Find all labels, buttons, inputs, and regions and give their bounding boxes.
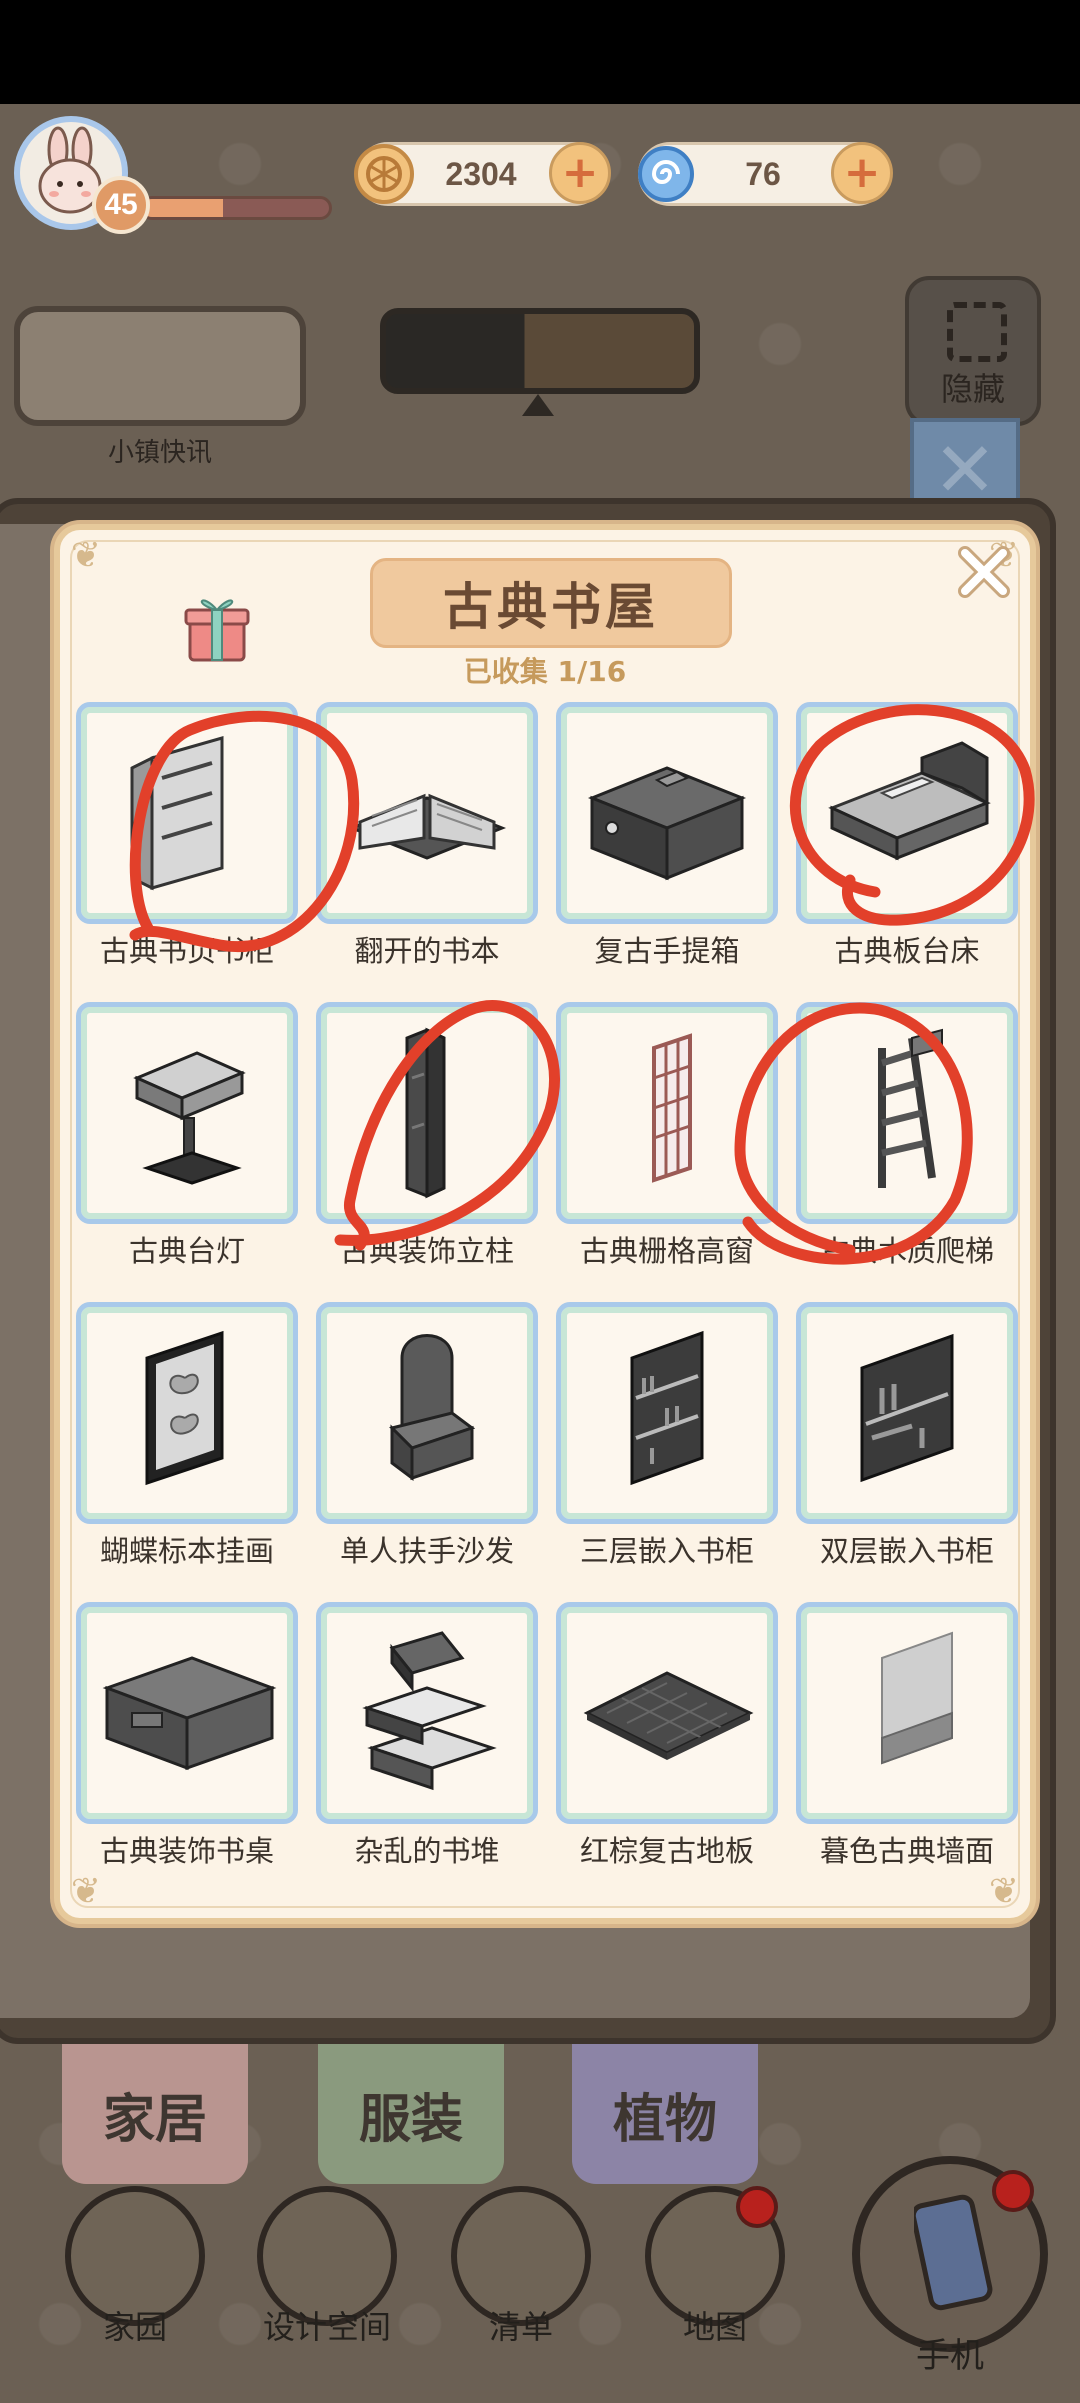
item-name: 杂乱的书堆 bbox=[354, 1834, 500, 1868]
nav-phone[interactable] bbox=[852, 2156, 1048, 2352]
tab-plants-label: 植物 bbox=[612, 2089, 717, 2150]
item-cell[interactable]: 杂乱的书堆 bbox=[316, 1602, 538, 1868]
item-name: 古典装饰立柱 bbox=[339, 1234, 514, 1268]
swirl-gem-icon bbox=[631, 139, 701, 209]
item-cell[interactable]: 古典栅格高窗 bbox=[556, 1002, 778, 1268]
item-cell[interactable]: 古典装饰书桌 bbox=[76, 1602, 298, 1868]
hide-ui-button[interactable]: 隐藏 bbox=[905, 276, 1041, 426]
suitcase-icon bbox=[587, 766, 747, 881]
bookshelf-screen-icon bbox=[130, 736, 224, 891]
ladder-icon bbox=[878, 1028, 943, 1188]
bed-icon bbox=[828, 741, 991, 861]
wall-panel-icon bbox=[881, 1631, 953, 1765]
item-name: 蝴蝶标本挂画 bbox=[99, 1534, 274, 1568]
banner-pointer-icon bbox=[522, 394, 554, 416]
town-news-card[interactable] bbox=[14, 306, 306, 426]
item-name: 古典书页书柜 bbox=[99, 934, 274, 968]
item-name: 古典栅格高窗 bbox=[579, 1234, 754, 1268]
tall-window-icon bbox=[652, 1033, 692, 1183]
status-bar bbox=[0, 0, 1080, 104]
close-icon bbox=[958, 546, 1010, 598]
butterfly-frame-icon bbox=[145, 1330, 224, 1486]
desk-icon bbox=[102, 1656, 277, 1771]
nav-phone-label: 手机 bbox=[916, 2336, 984, 2376]
nav-checklist[interactable]: 清单 bbox=[446, 2186, 596, 2386]
close-button[interactable] bbox=[950, 538, 1018, 606]
coin-counter: 2304 + bbox=[354, 142, 611, 206]
item-name: 单人扶手沙发 bbox=[339, 1534, 514, 1568]
tab-home-label: 家居 bbox=[102, 2089, 207, 2150]
coin-amount: 2304 bbox=[445, 156, 517, 192]
item-cell[interactable]: 古典木质爬梯 bbox=[796, 1002, 1018, 1268]
item-cell[interactable]: 古典装饰立柱 bbox=[316, 1002, 538, 1268]
corner-ornament-icon: ❦ bbox=[988, 1871, 1020, 1912]
collection-panel: ❦ ❦ ❦ ❦ 古典书屋 已收集 1/16 古典书页书柜 bbox=[54, 524, 1036, 1924]
nav-checklist-label: 清单 bbox=[488, 2308, 553, 2346]
item-name: 古典台灯 bbox=[128, 1234, 245, 1268]
nav-home[interactable]: 家园 bbox=[60, 2186, 210, 2386]
nav-design-label: 设计空间 bbox=[262, 2308, 391, 2346]
item-cell[interactable]: 暮色古典墙面 bbox=[796, 1602, 1018, 1868]
tab-plants[interactable]: 植物 bbox=[572, 2044, 758, 2184]
collection-title: 古典书屋 bbox=[370, 558, 732, 648]
item-cell[interactable]: 古典台灯 bbox=[76, 1002, 298, 1268]
item-cell[interactable]: 三层嵌入书柜 bbox=[556, 1302, 778, 1568]
tab-home[interactable]: 家居 bbox=[62, 2044, 248, 2184]
town-news-label: 小镇快讯 bbox=[107, 438, 212, 468]
item-cell[interactable]: 翻开的书本 bbox=[316, 702, 538, 968]
item-cell[interactable]: 红棕复古地板 bbox=[556, 1602, 778, 1868]
item-name: 古典木质爬梯 bbox=[819, 1234, 994, 1268]
desk-lamp-icon bbox=[133, 1051, 246, 1185]
collected-count: 已收集 1/16 bbox=[463, 655, 627, 688]
add-gems-button[interactable]: + bbox=[831, 142, 893, 204]
nav-home-label: 家园 bbox=[102, 2308, 167, 2346]
gem-counter: 76 + bbox=[638, 142, 893, 206]
item-name: 翻开的书本 bbox=[354, 934, 500, 968]
item-name: 古典装饰书桌 bbox=[99, 1834, 274, 1868]
item-cell[interactable]: 古典书页书柜 bbox=[76, 702, 298, 968]
notification-dot bbox=[736, 2186, 778, 2228]
item-cell[interactable]: 古典板台床 bbox=[796, 702, 1018, 968]
corner-ornament-icon: ❦ bbox=[70, 1871, 102, 1912]
corner-ornament-icon: ❦ bbox=[70, 535, 102, 576]
notification-dot bbox=[992, 2170, 1034, 2212]
item-grid: 古典书页书柜 翻开的书本 复古手提箱 古典板台床 古典台灯 古典装饰立柱 古典栅… bbox=[76, 702, 1018, 1868]
item-name: 复古手提箱 bbox=[594, 934, 740, 968]
tab-clothing[interactable]: 服装 bbox=[318, 2044, 504, 2184]
item-name: 暮色古典墙面 bbox=[819, 1834, 994, 1868]
three-tier-shelf-icon bbox=[630, 1330, 704, 1486]
xp-progress-fill bbox=[143, 199, 223, 217]
item-name: 红棕复古地板 bbox=[579, 1834, 754, 1868]
pillar-icon bbox=[405, 1027, 446, 1199]
open-book-icon bbox=[347, 793, 507, 860]
phone-icon bbox=[914, 2194, 993, 2311]
item-cell[interactable]: 复古手提箱 bbox=[556, 702, 778, 968]
armchair-icon bbox=[389, 1334, 476, 1481]
item-name: 双层嵌入书柜 bbox=[819, 1534, 994, 1568]
item-name: 古典板台床 bbox=[834, 934, 980, 968]
floor-tile-icon bbox=[583, 1671, 754, 1760]
add-coins-button[interactable]: + bbox=[549, 142, 611, 204]
item-name: 三层嵌入书柜 bbox=[579, 1534, 754, 1568]
nav-design-space[interactable]: 设计空间 bbox=[252, 2186, 402, 2386]
event-banner[interactable] bbox=[380, 308, 700, 394]
fullscreen-frame-icon bbox=[947, 302, 1007, 362]
book-stack-icon bbox=[362, 1631, 497, 1791]
nav-map[interactable]: 地图 bbox=[640, 2186, 790, 2386]
nav-map-label: 地图 bbox=[682, 2308, 747, 2346]
hide-label: 隐藏 bbox=[940, 370, 1005, 408]
item-cell[interactable]: 双层嵌入书柜 bbox=[796, 1302, 1018, 1568]
item-cell[interactable]: 蝴蝶标本挂画 bbox=[76, 1302, 298, 1568]
tab-clothing-label: 服装 bbox=[358, 2089, 463, 2150]
two-tier-shelf-icon bbox=[860, 1333, 954, 1483]
level-badge: 45 bbox=[92, 176, 150, 234]
coin-icon bbox=[349, 139, 419, 209]
xp-progress-bar bbox=[140, 196, 332, 220]
gem-amount: 76 bbox=[745, 156, 781, 192]
item-cell[interactable]: 单人扶手沙发 bbox=[316, 1302, 538, 1568]
